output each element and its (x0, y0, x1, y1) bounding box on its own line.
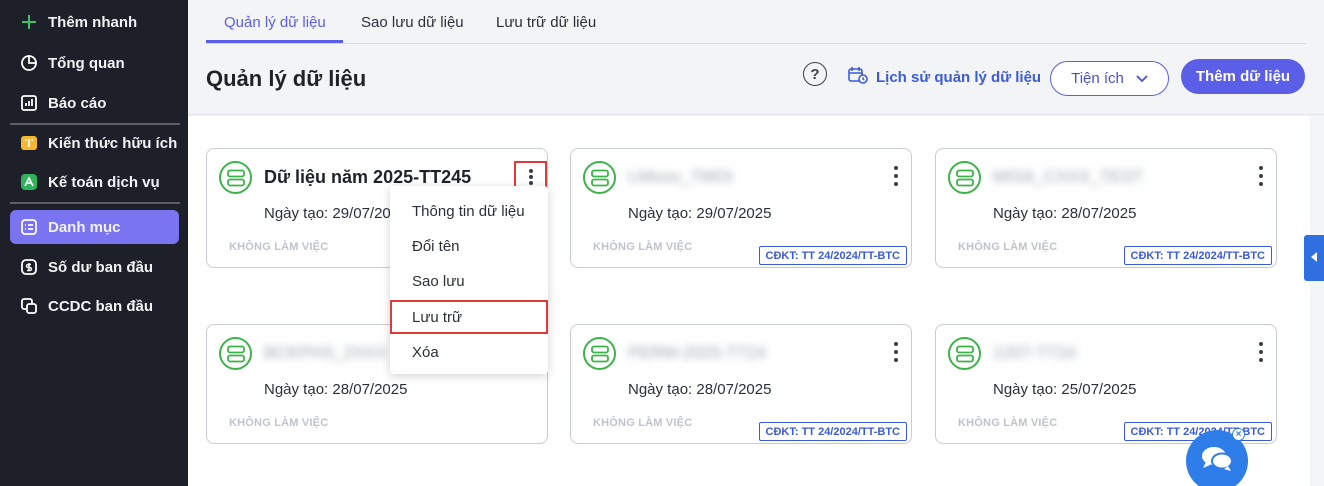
help-icon: ? (810, 65, 820, 83)
data-card[interactable]: MISA_CXXX_TEST Ngày tạo: 28/07/2025 KHÔN… (935, 148, 1277, 268)
side-panel-toggle[interactable] (1304, 235, 1324, 281)
card-title: MISA_CXXX_TEST (993, 167, 1144, 186)
sidebar-item-label: Kiến thức hữu ích (48, 134, 178, 152)
page-header: Quản lý dữ liệu Sao lưu dữ liệu Lưu trữ … (188, 0, 1324, 115)
tab-data-archive[interactable]: Lưu trữ dữ liệu (496, 14, 596, 31)
active-tab-indicator (206, 40, 343, 43)
card-grid: Dữ liệu năm 2025-TT245 Ngày tạo: 29/07/2… (188, 116, 1324, 486)
chevron-down-icon (1136, 70, 1148, 87)
sidebar-divider (10, 202, 180, 204)
history-calendar-icon (848, 66, 868, 88)
accounting-service-icon (18, 171, 40, 193)
card-created-date: Ngày tạo: 28/07/2025 (993, 205, 1137, 222)
sidebar-item-accounting-service[interactable]: Kế toán dịch vụ (10, 165, 179, 199)
database-icon (219, 337, 252, 370)
sidebar-item-categories[interactable]: Danh mục (10, 210, 179, 244)
more-options-button[interactable] (1254, 163, 1268, 189)
card-title: BCKPHS_2XXX (264, 343, 387, 362)
help-button[interactable]: ? (803, 62, 827, 86)
history-link-label: Lịch sử quản lý dữ liệu (876, 68, 1042, 86)
card-status: KHÔNG LÀM VIỆC (229, 241, 329, 253)
main-area: Quản lý dữ liệu Sao lưu dữ liệu Lưu trữ … (188, 0, 1324, 486)
data-card[interactable]: PERM-2025-TT24 Ngày tạo: 28/07/2025 KHÔN… (570, 324, 912, 444)
card-title: Dữ liệu năm 2025-TT245 (264, 167, 472, 187)
card-context-menu: Thông tin dữ liệu Đổi tên Sao lưu Lưu tr… (390, 186, 548, 374)
pie-chart-icon (18, 52, 40, 74)
database-icon (219, 161, 252, 194)
sidebar-item-quick-add[interactable]: Thêm nhanh (10, 5, 179, 39)
menu-item-data-info[interactable]: Thông tin dữ liệu (390, 194, 548, 228)
history-link[interactable]: Lịch sử quản lý dữ liệu (848, 66, 1041, 88)
plus-icon (18, 11, 40, 33)
close-icon[interactable]: × (1232, 428, 1245, 441)
card-created-date: Ngày tạo: 29/07/2025 (264, 205, 408, 222)
menu-item-backup[interactable]: Sao lưu (390, 264, 548, 298)
sidebar-item-reports[interactable]: Báo cáo (10, 86, 179, 120)
card-status: KHÔNG LÀM VIỆC (593, 241, 693, 253)
sidebar-item-label: Báo cáo (48, 94, 107, 112)
card-title: LMixxx_TMOI (628, 167, 733, 186)
sidebar-item-tools-equipment[interactable]: CCDC ban đầu (10, 289, 179, 323)
sidebar-item-overview[interactable]: Tổng quan (10, 46, 179, 80)
database-icon (583, 161, 616, 194)
chat-bubbles-icon (1200, 444, 1234, 479)
menu-item-delete[interactable]: Xóa (390, 335, 548, 369)
report-chart-icon (18, 92, 40, 114)
sidebar-item-label: Danh mục (48, 218, 121, 236)
page-title: Quản lý dữ liệu (206, 66, 367, 91)
card-title: PERM-2025-TT24 (628, 343, 766, 362)
card-title: 1207-TT24 (993, 343, 1077, 362)
knowledge-book-icon (18, 132, 40, 154)
card-created-date: Ngày tạo: 25/07/2025 (993, 381, 1137, 398)
menu-item-archive[interactable]: Lưu trữ (390, 300, 548, 334)
card-created-date: Ngày tạo: 28/07/2025 (264, 381, 408, 398)
accounting-regime-badge: CĐKT: TT 24/2024/TT-BTC (758, 422, 907, 441)
scrollbar[interactable] (1310, 116, 1324, 486)
sidebar-item-label: Số dư ban đầu (48, 258, 154, 276)
sidebar-item-knowledge[interactable]: Kiến thức hữu ích (10, 126, 179, 160)
database-icon (948, 161, 981, 194)
tab-bar: Quản lý dữ liệu Sao lưu dữ liệu Lưu trữ … (206, 0, 1306, 44)
add-data-button[interactable]: Thêm dữ liệu (1181, 59, 1305, 94)
tab-data-management[interactable]: Quản lý dữ liệu (224, 14, 326, 31)
more-options-button[interactable] (1254, 339, 1268, 365)
card-created-date: Ngày tạo: 29/07/2025 (628, 205, 772, 222)
sidebar-item-label: Thêm nhanh (48, 13, 138, 31)
database-icon (583, 337, 616, 370)
sidebar-item-label: CCDC ban đầu (48, 297, 153, 315)
utility-dropdown-button[interactable]: Tiện ích (1050, 61, 1169, 96)
card-created-date: Ngày tạo: 28/07/2025 (628, 381, 772, 398)
category-list-icon (18, 216, 40, 238)
accounting-regime-badge: CĐKT: TT 24/2024/TT-BTC (1123, 246, 1272, 265)
menu-item-rename[interactable]: Đổi tên (390, 229, 548, 263)
card-status: KHÔNG LÀM VIỆC (229, 417, 329, 429)
sidebar: Thêm nhanh Tổng quan Báo cáo Kiến thức h… (0, 0, 188, 486)
accounting-regime-badge: CĐKT: TT 24/2024/TT-BTC (758, 246, 907, 265)
card-status: KHÔNG LÀM VIỆC (593, 417, 693, 429)
card-status: KHÔNG LÀM VIỆC (958, 417, 1058, 429)
sidebar-item-opening-balance[interactable]: Số dư ban đầu (10, 250, 179, 284)
caret-left-icon (1310, 249, 1318, 267)
more-options-button[interactable] (889, 163, 903, 189)
more-options-button[interactable] (889, 339, 903, 365)
data-card[interactable]: LMixxx_TMOI Ngày tạo: 29/07/2025 KHÔNG L… (570, 148, 912, 268)
sidebar-item-label: Tổng quan (48, 54, 125, 72)
opening-balance-icon (18, 256, 40, 278)
sidebar-divider (10, 123, 180, 125)
database-icon (948, 337, 981, 370)
tab-data-backup[interactable]: Sao lưu dữ liệu (361, 14, 464, 31)
data-card[interactable]: 1207-TT24 Ngày tạo: 25/07/2025 KHÔNG LÀM… (935, 324, 1277, 444)
tools-equipment-icon (18, 295, 40, 317)
utility-label: Tiện ích (1071, 70, 1124, 87)
card-status: KHÔNG LÀM VIỆC (958, 241, 1058, 253)
sidebar-item-label: Kế toán dịch vụ (48, 173, 160, 191)
